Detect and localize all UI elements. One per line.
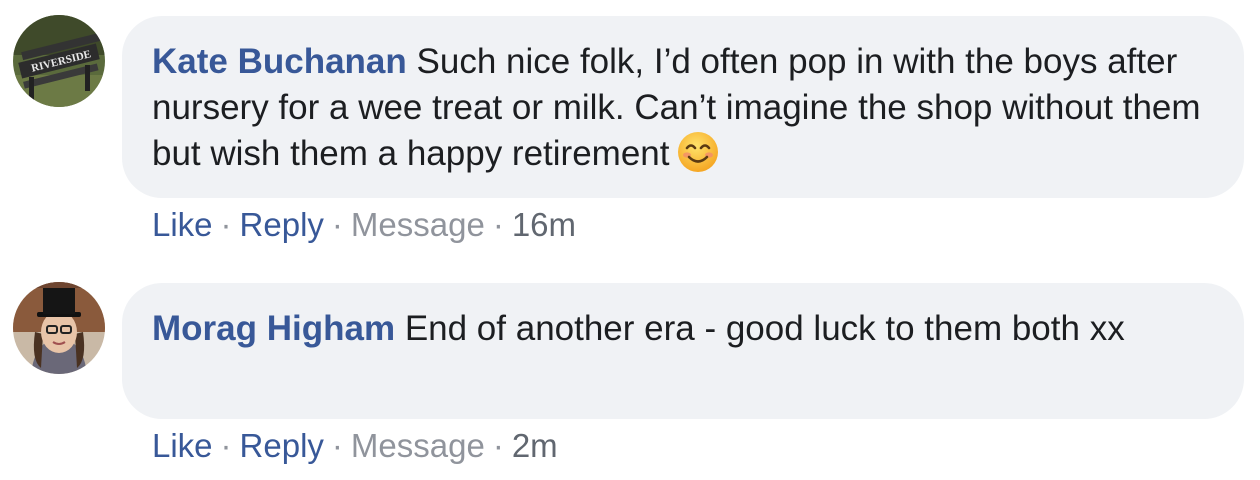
comment-bubble: Kate Buchanan Such nice folk, I’d often … <box>122 16 1244 198</box>
comment-actions: Like · Reply · Message · 2m <box>152 426 558 466</box>
separator: · <box>220 206 232 243</box>
timestamp[interactable]: 2m <box>512 427 558 464</box>
comment-text: End of another era - good luck to them b… <box>404 309 1125 348</box>
separator: · <box>331 206 343 243</box>
comment-actions: Like · Reply · Message · 16m <box>152 205 576 245</box>
avatar[interactable] <box>13 282 105 374</box>
separator: · <box>492 206 504 243</box>
author-name[interactable]: Kate Buchanan <box>152 42 407 81</box>
reply-link[interactable]: Reply <box>240 427 324 464</box>
separator: · <box>220 427 232 464</box>
like-link[interactable]: Like <box>152 427 213 464</box>
timestamp[interactable]: 16m <box>512 206 576 243</box>
separator: · <box>331 427 343 464</box>
avatar-person-top-hat-photo <box>13 282 105 374</box>
comment-bubble: Morag Higham End of another era - good l… <box>122 283 1244 419</box>
avatar[interactable]: RIVERSIDE <box>13 15 105 107</box>
smiling-face-emoji-icon <box>678 132 719 172</box>
message-link[interactable]: Message <box>351 206 485 243</box>
like-link[interactable]: Like <box>152 206 213 243</box>
avatar-bench-photo: RIVERSIDE <box>13 15 105 107</box>
separator: · <box>492 427 504 464</box>
message-link[interactable]: Message <box>351 427 485 464</box>
author-name[interactable]: Morag Higham <box>152 309 395 348</box>
reply-link[interactable]: Reply <box>240 206 324 243</box>
